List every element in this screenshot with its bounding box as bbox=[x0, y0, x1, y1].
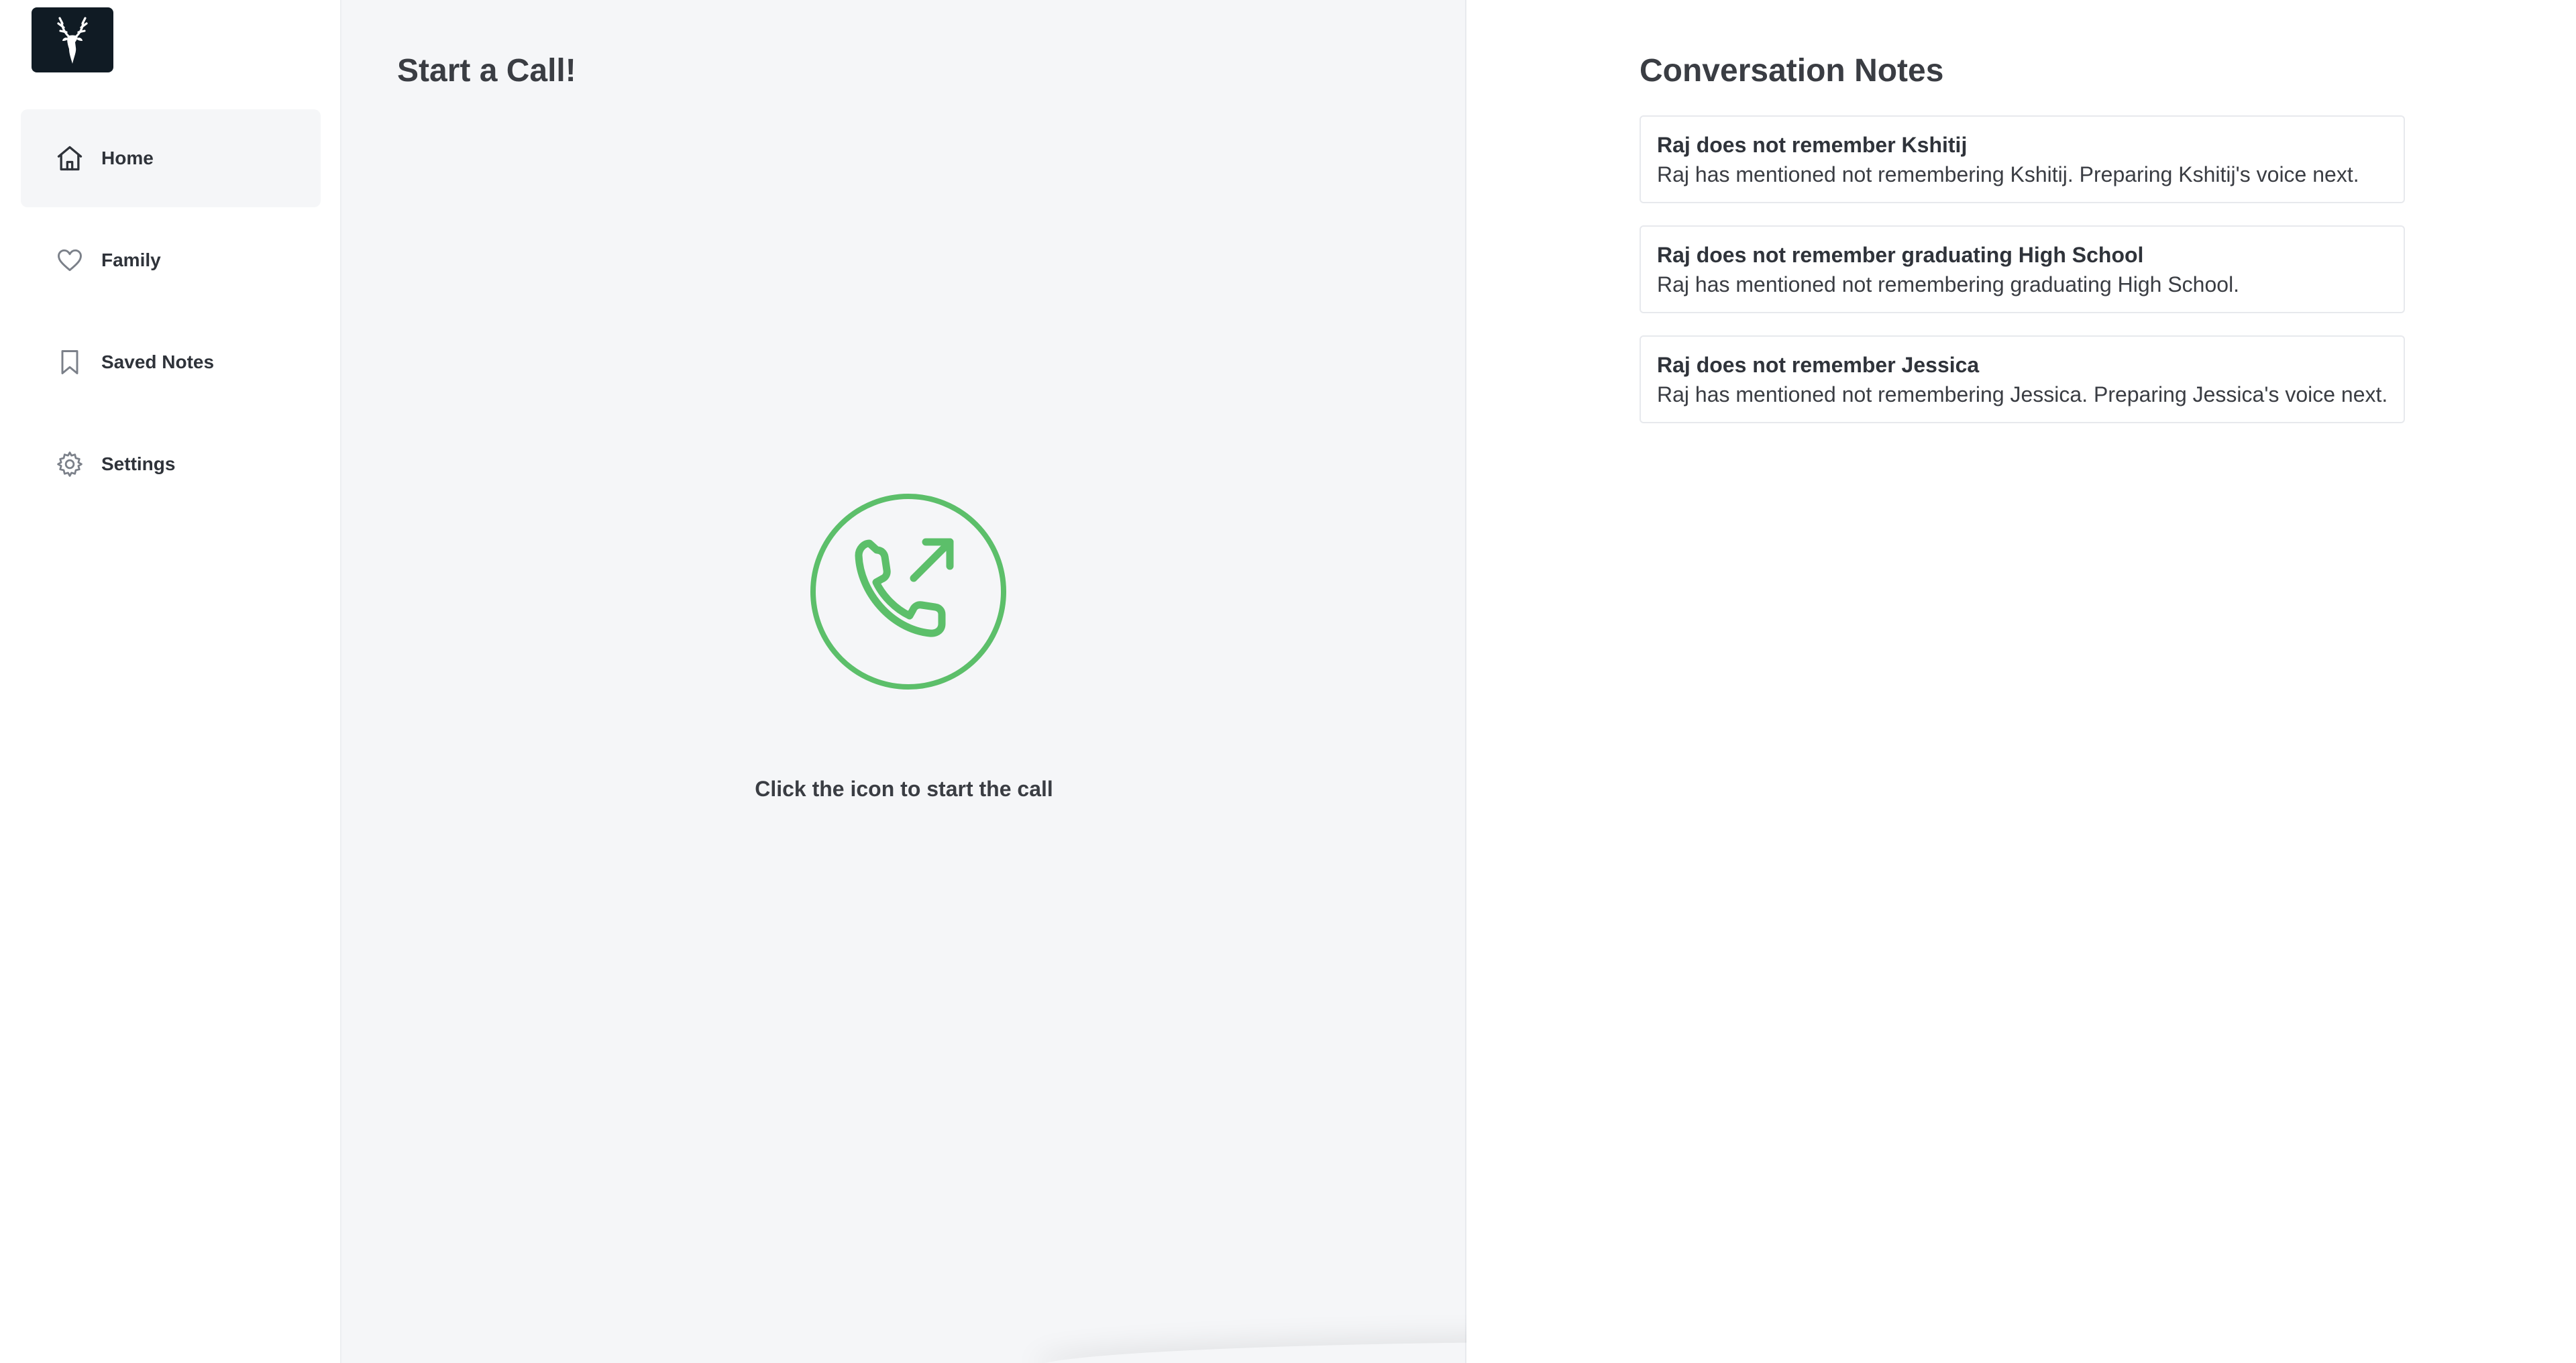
notes-panel: Conversation Notes Raj does not remember… bbox=[1466, 0, 2576, 1363]
gear-icon bbox=[54, 449, 85, 480]
sidebar-item-saved-notes[interactable]: Saved Notes bbox=[21, 313, 321, 411]
start-call-button[interactable] bbox=[808, 491, 1009, 692]
note-title: Raj does not remember graduating High Sc… bbox=[1657, 243, 2144, 267]
note-card[interactable]: Raj does not remember graduating High Sc… bbox=[1640, 225, 2405, 313]
sidebar-item-home[interactable]: Home bbox=[21, 109, 321, 207]
home-icon bbox=[54, 143, 85, 174]
sidebar-item-label: Home bbox=[101, 148, 154, 168]
note-body: Raj has mentioned not remembering Jessic… bbox=[1657, 382, 2388, 406]
sidebar-item-settings[interactable]: Settings bbox=[21, 415, 321, 513]
page-title: Start a Call! bbox=[397, 53, 576, 89]
note-body: Raj has mentioned not remembering Kshiti… bbox=[1657, 162, 2359, 186]
app-window: Home Family Saved Notes Settings Start a… bbox=[0, 0, 2576, 1363]
bookmark-icon bbox=[54, 347, 85, 378]
app-logo[interactable] bbox=[32, 7, 113, 72]
call-hint-text: Click the icon to start the call bbox=[755, 777, 1053, 801]
note-title: Raj does not remember Jessica bbox=[1657, 353, 1980, 377]
note-title: Raj does not remember Kshitij bbox=[1657, 133, 1968, 157]
note-card[interactable]: Raj does not remember Jessica Raj has me… bbox=[1640, 335, 2405, 423]
heart-icon bbox=[54, 245, 85, 276]
sidebar-item-label: Settings bbox=[101, 453, 176, 474]
notes-title: Conversation Notes bbox=[1640, 53, 1944, 89]
sidebar-item-family[interactable]: Family bbox=[21, 211, 321, 309]
deer-icon bbox=[57, 16, 88, 64]
sidebar-item-label: Saved Notes bbox=[101, 351, 215, 372]
note-card[interactable]: Raj does not remember Kshitij Raj has me… bbox=[1640, 115, 2405, 203]
phone-outgoing-icon bbox=[810, 494, 1006, 690]
note-body: Raj has mentioned not remembering gradua… bbox=[1657, 272, 2240, 296]
call-panel: Start a Call! Click the icon to start th… bbox=[341, 0, 1466, 1363]
sidebar-item-label: Family bbox=[101, 250, 161, 270]
sidebar: Home Family Saved Notes Settings bbox=[0, 0, 341, 1363]
